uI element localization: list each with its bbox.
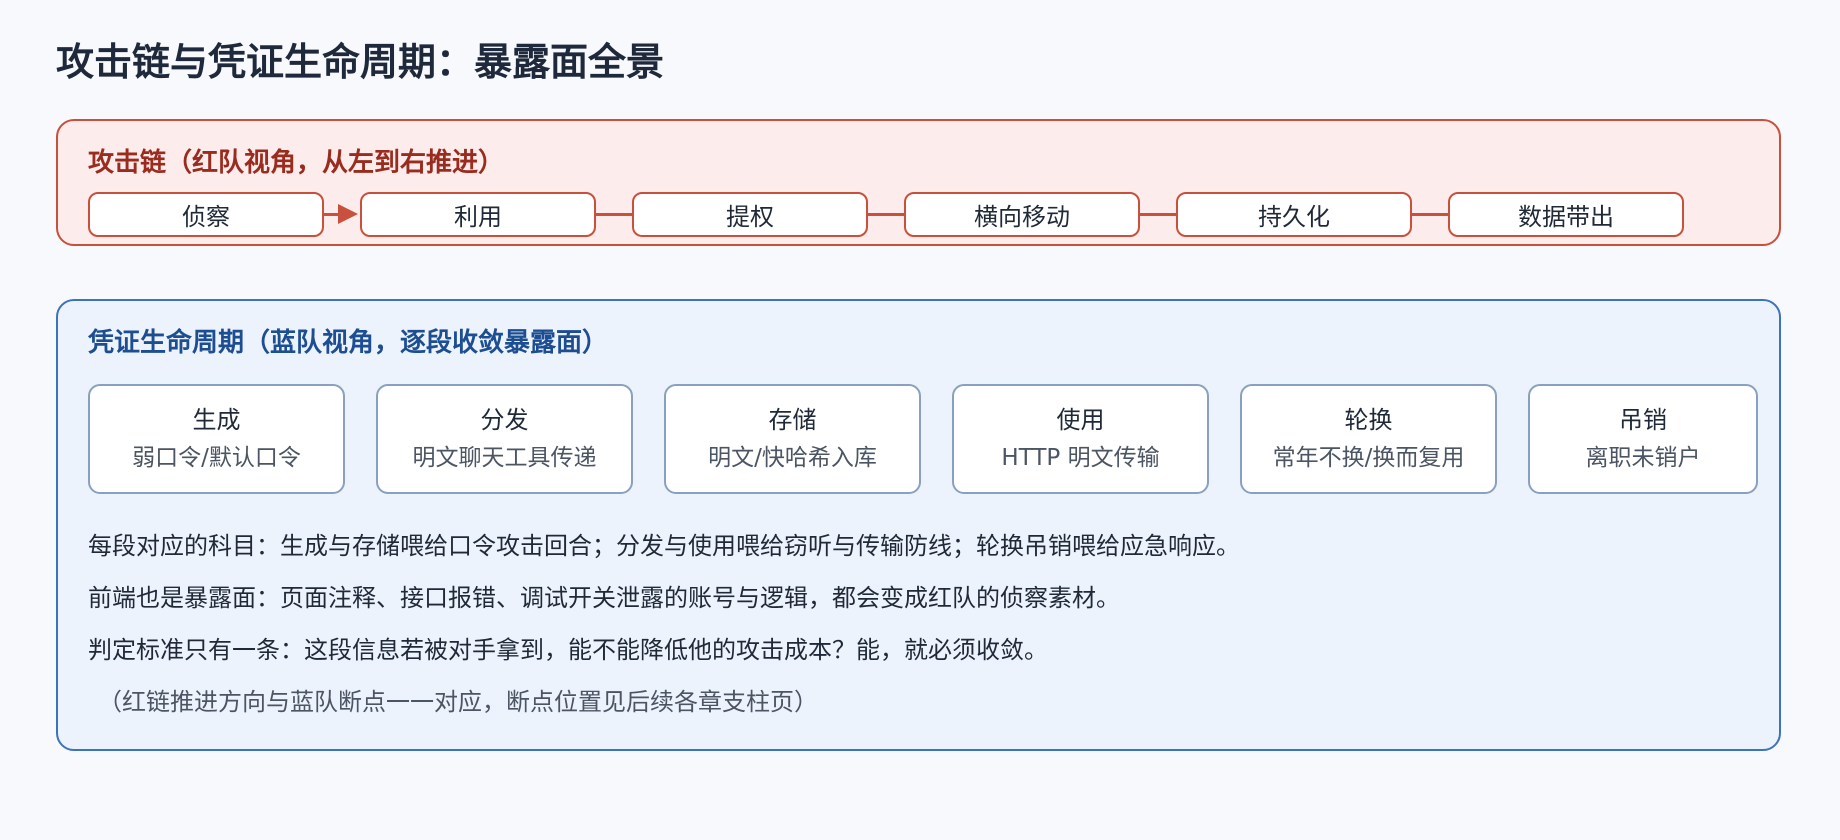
page-title: 攻击链与凭证生命周期：暴露面全景 bbox=[56, 40, 665, 84]
note-judgement-rule: 判定标准只有一条：这段信息若被对手拿到，能不能降低他的攻击成本？能，就必须收敛。 bbox=[88, 636, 1048, 664]
phase-risk: 离职未销户 bbox=[1585, 445, 1701, 471]
phase-risk: 明文/快哈希入库 bbox=[708, 445, 877, 471]
lifecycle-footnote: （红链推进方向与蓝队断点一一对应，断点位置见后续各章支柱页） bbox=[98, 688, 818, 716]
phase-card-revoke: 吊销 离职未销户 bbox=[1528, 384, 1758, 494]
attack-stage-persist: 持久化 bbox=[1176, 192, 1412, 237]
phase-name: 生成 bbox=[192, 406, 241, 434]
attack-stage-lateral: 横向移动 bbox=[904, 192, 1140, 237]
note-subject-mapping: 每段对应的科目：生成与存储喂给口令攻击回合；分发与使用喂给窃听与传输防线；轮换吊… bbox=[88, 532, 1240, 560]
attack-stage-exploit: 利用 bbox=[360, 192, 596, 237]
attack-chain-flow: 侦察 利用 提权 横向移动 持久化 数据带出 bbox=[88, 192, 1748, 237]
attack-connector bbox=[1412, 213, 1448, 216]
phase-risk: 常年不换/换而复用 bbox=[1272, 445, 1465, 471]
phase-card-distribute: 分发 明文聊天工具传递 bbox=[376, 384, 633, 494]
phase-risk: 弱口令/默认口令 bbox=[132, 445, 301, 471]
phase-name: 分发 bbox=[480, 406, 529, 434]
phase-risk: 明文聊天工具传递 bbox=[412, 445, 597, 471]
attack-stage-privesc: 提权 bbox=[632, 192, 868, 237]
attack-connector bbox=[868, 213, 904, 216]
phase-card-use: 使用 HTTP 明文传输 bbox=[952, 384, 1209, 494]
phase-name: 轮换 bbox=[1344, 406, 1393, 434]
arrow-right-icon bbox=[338, 204, 358, 224]
attack-connector bbox=[596, 213, 632, 216]
attack-connector bbox=[1140, 213, 1176, 216]
phase-card-rotate: 轮换 常年不换/换而复用 bbox=[1240, 384, 1497, 494]
phase-card-store: 存储 明文/快哈希入库 bbox=[664, 384, 921, 494]
phase-card-generate: 生成 弱口令/默认口令 bbox=[88, 384, 345, 494]
credential-lifecycle-panel: 凭证生命周期（蓝队视角，逐段收敛暴露面） 生成 弱口令/默认口令 分发 明文聊天… bbox=[56, 299, 1781, 751]
attack-stage-exfil: 数据带出 bbox=[1448, 192, 1684, 237]
phase-name: 使用 bbox=[1056, 406, 1105, 434]
note-frontend-exposure: 前端也是暴露面：页面注释、接口报错、调试开关泄露的账号与逻辑，都会变成红队的侦察… bbox=[88, 584, 1120, 612]
phase-risk: HTTP 明文传输 bbox=[1001, 445, 1160, 471]
phase-name: 存储 bbox=[768, 406, 817, 434]
phase-name: 吊销 bbox=[1619, 406, 1667, 434]
attack-stage-recon: 侦察 bbox=[88, 192, 324, 237]
credential-lifecycle-heading: 凭证生命周期（蓝队视角，逐段收敛暴露面） bbox=[88, 328, 609, 358]
attack-chain-panel: 攻击链（红队视角，从左到右推进） 侦察 利用 提权 横向移动 持久化 数据带出 bbox=[56, 119, 1781, 246]
attack-chain-heading: 攻击链（红队视角，从左到右推进） bbox=[88, 148, 505, 178]
